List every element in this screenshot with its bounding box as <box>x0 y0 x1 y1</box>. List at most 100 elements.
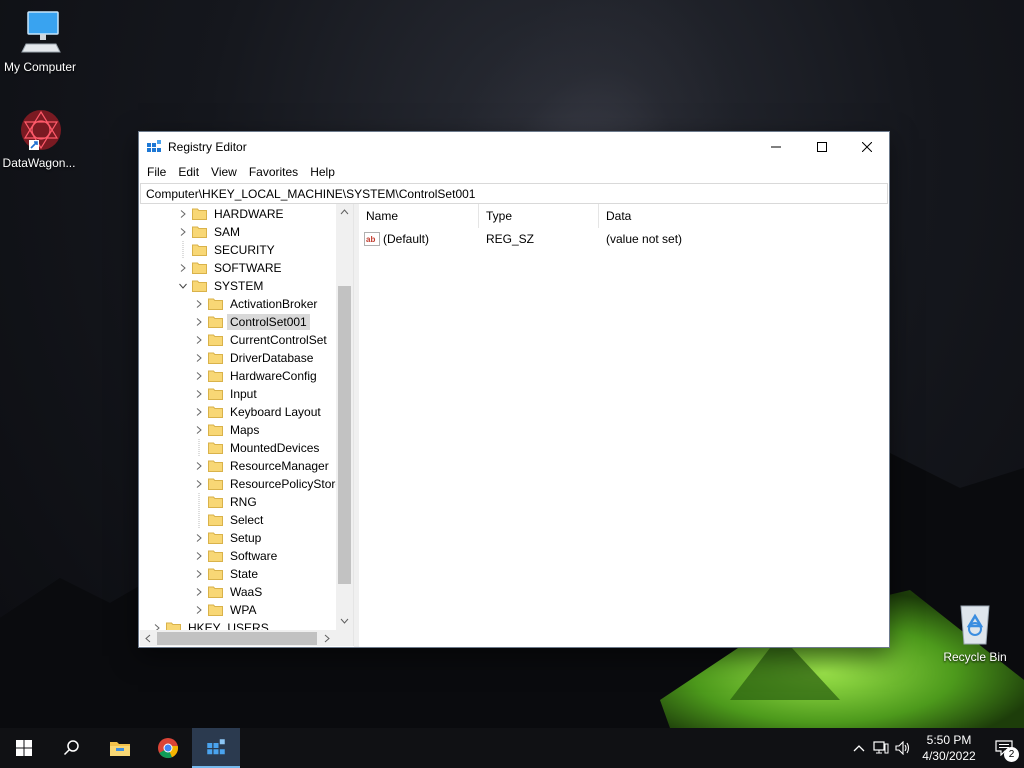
title-bar[interactable]: Registry Editor <box>139 132 889 161</box>
chevron-right-icon[interactable] <box>175 259 191 277</box>
chevron-right-icon[interactable] <box>191 349 207 367</box>
chevron-right-icon[interactable] <box>191 331 207 349</box>
chevron-right-icon[interactable] <box>175 223 191 241</box>
tree-connector <box>191 511 207 529</box>
chevron-right-icon[interactable] <box>191 565 207 583</box>
chevron-right-icon[interactable] <box>191 403 207 421</box>
chevron-right-icon[interactable] <box>191 547 207 565</box>
tree-item-activationbroker[interactable]: ActivationBroker <box>191 295 320 313</box>
volume-button[interactable] <box>892 741 914 755</box>
folder-icon <box>208 388 223 400</box>
value-row[interactable]: ab (Default) REG_SZ (value not set) <box>359 230 888 248</box>
tree-item-sam[interactable]: SAM <box>175 223 243 241</box>
chevron-right-icon[interactable] <box>191 385 207 403</box>
chevron-right-icon[interactable] <box>191 601 207 619</box>
folder-icon <box>208 442 223 454</box>
menu-view[interactable]: View <box>205 161 243 183</box>
chevron-right-icon[interactable] <box>191 421 207 439</box>
folder-icon <box>192 262 207 274</box>
action-center-button[interactable]: 2 <box>984 728 1024 768</box>
tree-item-resourcepolicystore[interactable]: ResourcePolicyStore <box>191 475 345 493</box>
tree-item-setup[interactable]: Setup <box>191 529 264 547</box>
tree-connector <box>191 439 207 457</box>
menu-favorites[interactable]: Favorites <box>243 161 304 183</box>
tree-horizontal-scrollbar[interactable] <box>140 630 336 646</box>
desktop-icon-recycle-bin[interactable]: Recycle Bin <box>935 600 1015 664</box>
key-tree[interactable]: HARDWARE SAM SECURITY SOFTWARE SYSTEM Activat… <box>140 204 354 646</box>
tree-item-waas[interactable]: WaaS <box>191 583 265 601</box>
menu-file[interactable]: File <box>141 161 172 183</box>
minimize-button[interactable] <box>753 132 799 161</box>
chevron-down-icon[interactable] <box>175 277 191 295</box>
chevron-right-icon[interactable] <box>191 367 207 385</box>
tree-item-label: ResourcePolicyStore <box>230 477 343 491</box>
chevron-right-icon[interactable] <box>191 313 207 331</box>
tree-item-security[interactable]: SECURITY <box>175 241 278 259</box>
chevron-right-icon[interactable] <box>191 475 207 493</box>
scrollbar-corner <box>336 630 353 646</box>
scrollbar-thumb[interactable] <box>157 632 317 645</box>
tree-item-label: Input <box>230 387 257 401</box>
search-button[interactable] <box>48 728 96 768</box>
tree-item-software[interactable]: SOFTWARE <box>175 259 285 277</box>
maximize-icon <box>817 141 827 152</box>
menu-help[interactable]: Help <box>304 161 341 183</box>
chevron-right-icon[interactable] <box>191 583 207 601</box>
scroll-down-icon[interactable] <box>340 618 349 624</box>
tree-item-controlset001[interactable]: ControlSet001 <box>191 313 310 331</box>
tree-item-hardware[interactable]: HARDWARE <box>175 205 287 223</box>
tree-item-mounteddevices[interactable]: MountedDevices <box>191 439 322 457</box>
tree-item-keyboard-layout[interactable]: Keyboard Layout <box>191 403 324 421</box>
tree-connector <box>191 493 207 511</box>
chevron-right-icon[interactable] <box>191 295 207 313</box>
scroll-up-icon[interactable] <box>340 209 349 215</box>
tree-item-rng[interactable]: RNG <box>191 493 260 511</box>
tree-item-currentcontrolset[interactable]: CurrentControlSet <box>191 331 330 349</box>
chevron-right-icon[interactable] <box>191 529 207 547</box>
folder-icon <box>208 424 223 436</box>
desktop-icon-datawagon[interactable]: DataWagon... <box>0 106 79 170</box>
folder-icon <box>192 226 207 238</box>
taskbar: 5:50 PM 4/30/2022 2 <box>0 728 1024 768</box>
scroll-left-icon[interactable] <box>145 634 151 643</box>
column-header-name[interactable]: Name <box>359 204 479 228</box>
address-bar[interactable]: Computer\HKEY_LOCAL_MACHINE\SYSTEM\Contr… <box>140 183 888 204</box>
chevron-right-icon[interactable] <box>191 457 207 475</box>
taskbar-registry-editor[interactable] <box>192 728 240 768</box>
close-button[interactable] <box>844 132 890 161</box>
taskbar-chrome[interactable] <box>144 728 192 768</box>
maximize-button[interactable] <box>799 132 845 161</box>
tree-item-state[interactable]: State <box>191 565 261 583</box>
tree-item-label: WaaS <box>230 585 263 599</box>
tree-item-wpa[interactable]: WPA <box>191 601 259 619</box>
folder-icon <box>208 514 223 526</box>
column-header-type[interactable]: Type <box>479 204 599 228</box>
taskbar-file-explorer[interactable] <box>96 728 144 768</box>
tree-item-maps[interactable]: Maps <box>191 421 262 439</box>
tree-item-input[interactable]: Input <box>191 385 260 403</box>
tree-item-label: Setup <box>230 531 262 545</box>
clock[interactable]: 5:50 PM 4/30/2022 <box>914 732 984 764</box>
network-button[interactable] <box>870 741 892 755</box>
values-pane[interactable]: Name Type Data ab (Default) REG_SZ (valu… <box>359 204 888 646</box>
tree-vertical-scrollbar[interactable] <box>336 204 353 630</box>
value-type: REG_SZ <box>486 232 535 246</box>
desktop-icon-my-computer[interactable]: My Computer <box>0 10 80 74</box>
system-tray: 5:50 PM 4/30/2022 2 <box>848 728 1024 768</box>
tree-item-select[interactable]: Select <box>191 511 266 529</box>
tree-item-driverdatabase[interactable]: DriverDatabase <box>191 349 316 367</box>
clock-date: 4/30/2022 <box>922 749 976 763</box>
tree-item-hardwareconfig[interactable]: HardwareConfig <box>191 367 320 385</box>
computer-icon <box>16 10 64 58</box>
tree-item-system[interactable]: SYSTEM <box>175 277 266 295</box>
menu-edit[interactable]: Edit <box>172 161 205 183</box>
tree-item-software[interactable]: Software <box>191 547 280 565</box>
column-header-data[interactable]: Data <box>599 204 889 228</box>
scrollbar-thumb[interactable] <box>338 286 351 584</box>
start-button[interactable] <box>0 728 48 768</box>
desktop-icon-label: Recycle Bin <box>943 650 1007 664</box>
chevron-right-icon[interactable] <box>175 205 191 223</box>
tree-item-resourcemanager[interactable]: ResourceManager <box>191 457 332 475</box>
show-hidden-icons-button[interactable] <box>848 744 870 752</box>
scroll-right-icon[interactable] <box>324 634 330 643</box>
